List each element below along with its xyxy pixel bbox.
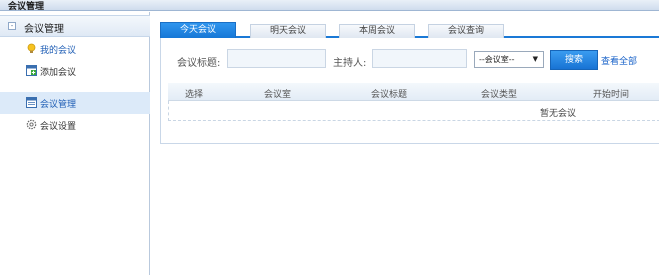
sidebar-item-label: 会议管理 bbox=[40, 100, 77, 110]
column-header: 会议室 bbox=[264, 90, 292, 100]
empty-message: 暂无会议 bbox=[540, 109, 577, 119]
search-button[interactable]: 搜索 bbox=[550, 50, 598, 70]
sidebar-item-label: 添加会议 bbox=[40, 68, 77, 78]
window-titlebar: 会议管理 bbox=[0, 0, 659, 12]
bulb-icon bbox=[27, 43, 36, 53]
sidebar-item-meeting-settings[interactable]: 会议设置 bbox=[0, 114, 150, 136]
table-row: 暂无会议 bbox=[168, 101, 659, 121]
sidebar-group-header[interactable]: - 会议管理 bbox=[0, 15, 150, 37]
content-panel: 会议标题: 主持人: --会议室-- ▼ 搜索 查看全部 选择 会议室 会议标题… bbox=[160, 38, 659, 144]
sidebar: - 会议管理 我的会议 添加会议 会议管理 会议设置 bbox=[0, 12, 150, 275]
tab-tomorrow[interactable]: 明天会议 bbox=[250, 24, 326, 38]
host-input[interactable] bbox=[372, 49, 467, 68]
column-header: 选择 bbox=[185, 90, 204, 100]
sidebar-item-manage-meetings[interactable]: 会议管理 bbox=[0, 92, 150, 114]
column-header: 会议类型 bbox=[481, 90, 518, 100]
window-title: 会议管理 bbox=[8, 2, 45, 12]
title-filter-label: 会议标题: bbox=[177, 58, 221, 69]
column-header: 会议标题 bbox=[371, 90, 408, 100]
view-all-link[interactable]: 查看全部 bbox=[601, 54, 637, 67]
room-select-value: --会议室-- bbox=[479, 55, 515, 64]
title-input[interactable] bbox=[227, 49, 326, 68]
sidebar-group-label: 会议管理 bbox=[24, 24, 64, 35]
add-meeting-icon bbox=[26, 65, 37, 76]
collapse-toggle[interactable]: - bbox=[8, 22, 16, 30]
sidebar-item-label: 我的会议 bbox=[40, 46, 77, 56]
sidebar-item-my-meetings[interactable]: 我的会议 bbox=[0, 38, 150, 60]
host-filter-label: 主持人: bbox=[333, 58, 367, 69]
gear-icon bbox=[26, 119, 37, 130]
tab-query[interactable]: 会议查询 bbox=[428, 24, 504, 38]
manage-meeting-icon bbox=[26, 97, 37, 108]
tab-today[interactable]: 今天会议 bbox=[160, 22, 236, 38]
chevron-down-icon: ▼ bbox=[532, 55, 538, 63]
room-select[interactable]: --会议室-- ▼ bbox=[474, 51, 544, 68]
sidebar-item-label: 会议设置 bbox=[40, 122, 77, 132]
tab-this-week[interactable]: 本周会议 bbox=[339, 24, 415, 38]
tab-bar: 今天会议 明天会议 本周会议 会议查询 bbox=[160, 22, 659, 38]
sidebar-item-add-meeting[interactable]: 添加会议 bbox=[0, 60, 150, 82]
table-header: 选择 会议室 会议标题 会议类型 开始时间 bbox=[168, 83, 659, 101]
column-header: 开始时间 bbox=[593, 90, 630, 100]
